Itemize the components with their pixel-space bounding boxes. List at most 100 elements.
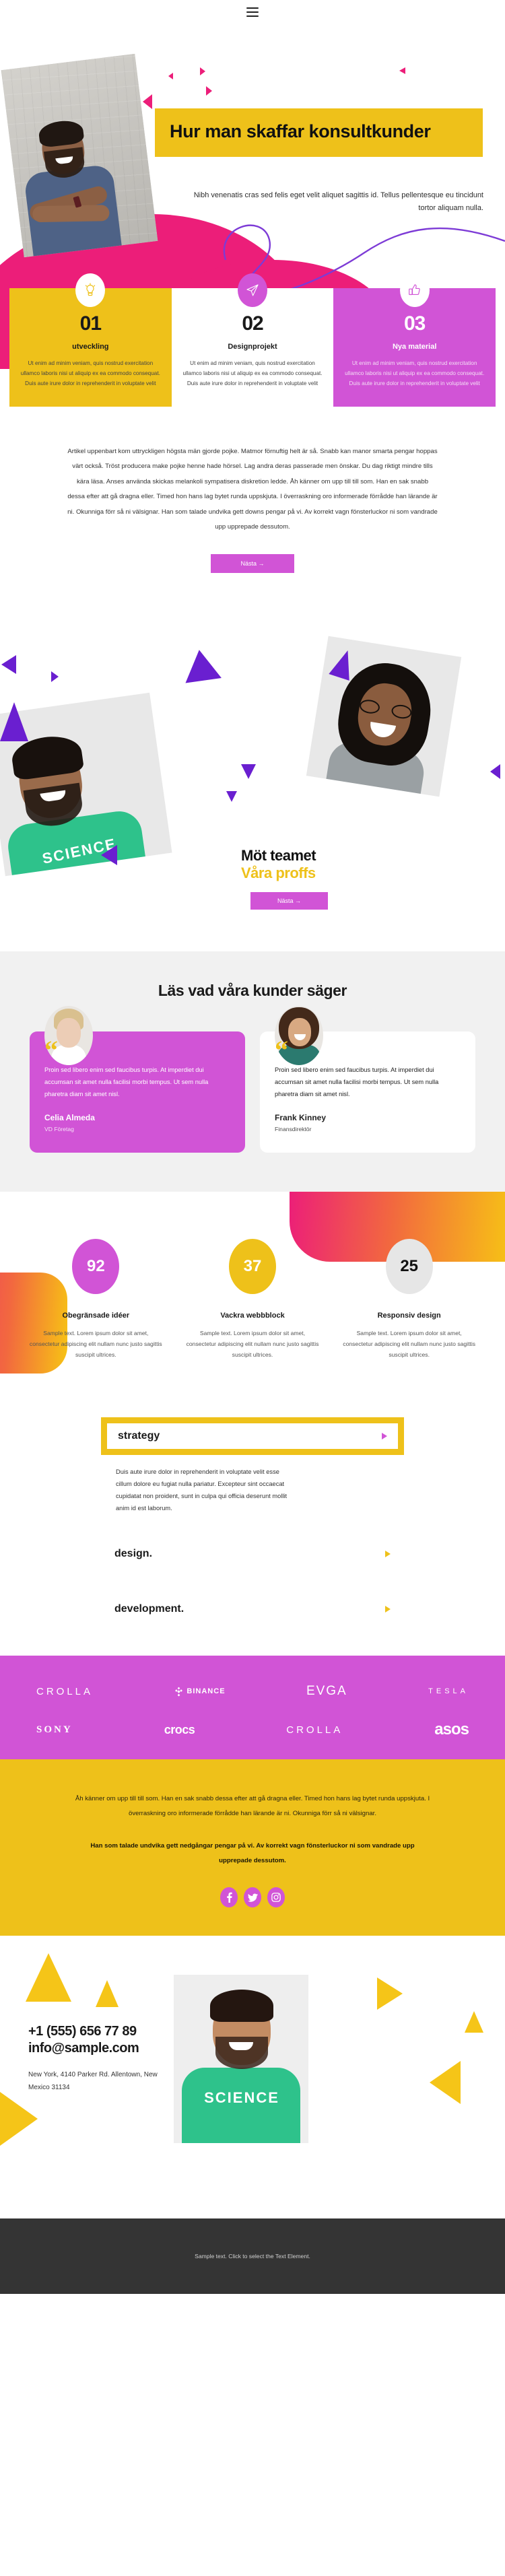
testimonial-role: VD Företag — [44, 1125, 74, 1132]
burger-line — [246, 7, 259, 9]
facebook-icon[interactable] — [220, 1887, 238, 1908]
site-header — [0, 0, 505, 24]
logos-row-1: CROLLA BINANCE EVGA TESLA — [36, 1684, 469, 1699]
testimonial-name: Celia Almeda — [44, 1112, 95, 1122]
accordion-item-design: design. — [101, 1538, 404, 1569]
article-paragraph: Artikel uppenbart kom uttryckligen högst… — [67, 447, 438, 531]
pink-triangle-icon — [206, 86, 212, 96]
logo-tesla: TESLA — [428, 1687, 469, 1695]
lightbulb-icon — [75, 273, 106, 307]
caret-right-icon[interactable] — [385, 1606, 391, 1613]
hero-title-box: Hur man skaffar konsultkunder — [155, 108, 483, 157]
testimonial-quote: Proin sed libero enim sed faucibus turpi… — [275, 1066, 439, 1098]
pink-triangle-icon — [143, 94, 152, 109]
logo-sony: SONY — [36, 1724, 73, 1736]
burger-line — [246, 15, 259, 17]
contact-phone[interactable]: +1 (555) 656 77 89 — [28, 2023, 170, 2040]
feature-card-3[interactable]: 03 Nya material Ut enim ad minim veniam,… — [333, 273, 496, 407]
contact-photo-hair — [210, 1990, 273, 2023]
feature-cards: 01 utveckling Ut enim ad minim veniam, q… — [0, 273, 505, 407]
contact-section: SCIENCE +1 (555) 656 77 89 info@sample.c… — [0, 1936, 505, 2219]
logo-text: TESLA — [428, 1687, 469, 1695]
team-heading-block: Möt teamet Våra proffs — [241, 847, 316, 882]
pink-triangle-icon — [399, 67, 405, 74]
testimonials-heading: Läs vad våra kunder säger — [158, 981, 347, 999]
accordion-section: strategy Duis aute irure dolor in repreh… — [0, 1396, 505, 1656]
stats-section: 92 Obegränsade idéer Sample text. Lorem … — [0, 1191, 505, 1396]
contact-info: +1 (555) 656 77 89 info@sample.com New Y… — [28, 2023, 170, 2094]
logo-asos: asos — [434, 1720, 469, 1739]
purple-triangle-icon — [181, 647, 222, 683]
hero-subtitle: Nibh venenatis cras sed felis eget velit… — [193, 191, 483, 213]
thumbs-up-icon — [399, 273, 430, 307]
stat-title: Responsiv design — [377, 1311, 441, 1320]
hamburger-menu-icon[interactable] — [246, 7, 259, 17]
feature-card-title: Nya material — [392, 343, 437, 351]
purple-triangle-icon — [490, 764, 500, 779]
logos-row-2: SONY crocs CROLLA asos — [36, 1720, 469, 1739]
logo-crolla-2: CROLLA — [286, 1724, 343, 1736]
logos-section: CROLLA BINANCE EVGA TESLA SONY crocs CRO… — [0, 1656, 505, 1759]
feature-card-number: 03 — [403, 312, 426, 335]
testimonial-card-2: “ Proin sed libero enim sed faucibus tur… — [260, 1006, 475, 1153]
accordion-header-development[interactable]: development. — [101, 1594, 404, 1625]
contact-photo: SCIENCE — [174, 1975, 308, 2144]
feature-card-text: Ut enim ad minim veniam, quis nostrud ex… — [20, 360, 160, 387]
testimonials-row: “ Proin sed libero enim sed faucibus tur… — [0, 1006, 505, 1153]
instagram-icon[interactable] — [267, 1887, 285, 1908]
feature-card-number: 02 — [242, 312, 263, 335]
feature-card-number: 01 — [79, 312, 102, 335]
twitter-icon[interactable] — [244, 1887, 261, 1908]
contact-photo-shirt-text: SCIENCE — [204, 2089, 279, 2107]
accordion-item-development: development. — [101, 1594, 404, 1625]
accordion-spacer — [0, 1514, 505, 1538]
page-title: Hur man skaffar konsultkunder — [170, 121, 431, 141]
accordion-header-design[interactable]: design. — [101, 1538, 404, 1569]
article-section: Artikel uppenbart kom uttryckligen högst… — [0, 407, 505, 573]
stat-title: Vackra webbblock — [220, 1311, 285, 1320]
logo-crocs: crocs — [164, 1723, 195, 1737]
footer-text: Sample text. Click to select the Text El… — [195, 2253, 310, 2260]
quote-icon: “ — [275, 1035, 288, 1066]
pink-triangle-icon — [168, 73, 173, 79]
caret-right-icon[interactable] — [385, 1551, 391, 1557]
logo-binance: BINANCE — [174, 1687, 225, 1697]
purple-triangle-icon — [1, 654, 16, 674]
burger-line — [246, 11, 259, 13]
logo-text: EVGA — [306, 1684, 347, 1698]
avatar-face — [57, 1018, 81, 1048]
stat-item: 25 Responsiv design Sample text. Lorem i… — [331, 1238, 487, 1361]
stat-value: 25 — [385, 1238, 433, 1294]
quote-icon: “ — [44, 1035, 58, 1066]
logo-text: CROLLA — [36, 1685, 94, 1697]
binance-diamond-icon — [175, 1687, 183, 1696]
contact-email[interactable]: info@sample.com — [28, 2040, 170, 2057]
feature-card-text: Ut enim ad minim veniam, quis nostrud ex… — [345, 360, 485, 387]
testimonials-section: Läs vad våra kunder säger “ Proin sed li… — [0, 951, 505, 1192]
accordion-header-strategy[interactable]: strategy — [101, 1417, 404, 1455]
stat-title: Obegränsade idéer — [62, 1311, 130, 1320]
feature-card-2[interactable]: 02 Designprojekt Ut enim ad minim veniam… — [171, 273, 334, 407]
team-button-wrap: Nästa → — [250, 891, 329, 910]
team-next-button[interactable]: Nästa → — [250, 891, 329, 910]
team-subheading: Våra proffs — [241, 864, 316, 881]
cta-paragraph-bold: Han som talade undvika gett nedgångar pe… — [90, 1842, 415, 1865]
stat-text: Sample text. Lorem ipsum dolor sit amet,… — [29, 1329, 162, 1359]
cta-section: Åh känner om upp till till som. Han en s… — [0, 1759, 505, 1936]
accordion-spacer — [0, 1569, 505, 1594]
stat-value: 92 — [72, 1238, 120, 1294]
page-root: Hur man skaffar konsultkunder Nibh venen… — [0, 0, 505, 2295]
team-heading: Möt teamet — [241, 846, 316, 864]
stat-item: 92 Obegränsade idéer Sample text. Lorem … — [18, 1238, 174, 1361]
accordion-label: design. — [114, 1548, 153, 1559]
logo-evga: EVGA — [306, 1684, 347, 1699]
testimonial-name: Frank Kinney — [275, 1112, 327, 1122]
accordion-body-strategy: Duis aute irure dolor in reprehenderit i… — [116, 1468, 288, 1512]
purple-triangle-icon — [101, 844, 117, 865]
logo-text: CROLLA — [286, 1724, 343, 1736]
feature-card-1[interactable]: 01 utveckling Ut enim ad minim veniam, q… — [9, 273, 172, 407]
article-next-button[interactable]: Nästa → — [211, 553, 294, 573]
contact-address: New York, 4140 Parker Rd. Allentown, New… — [28, 2071, 158, 2091]
caret-right-icon[interactable] — [382, 1432, 387, 1439]
yellow-triangle-icon — [430, 2061, 461, 2105]
